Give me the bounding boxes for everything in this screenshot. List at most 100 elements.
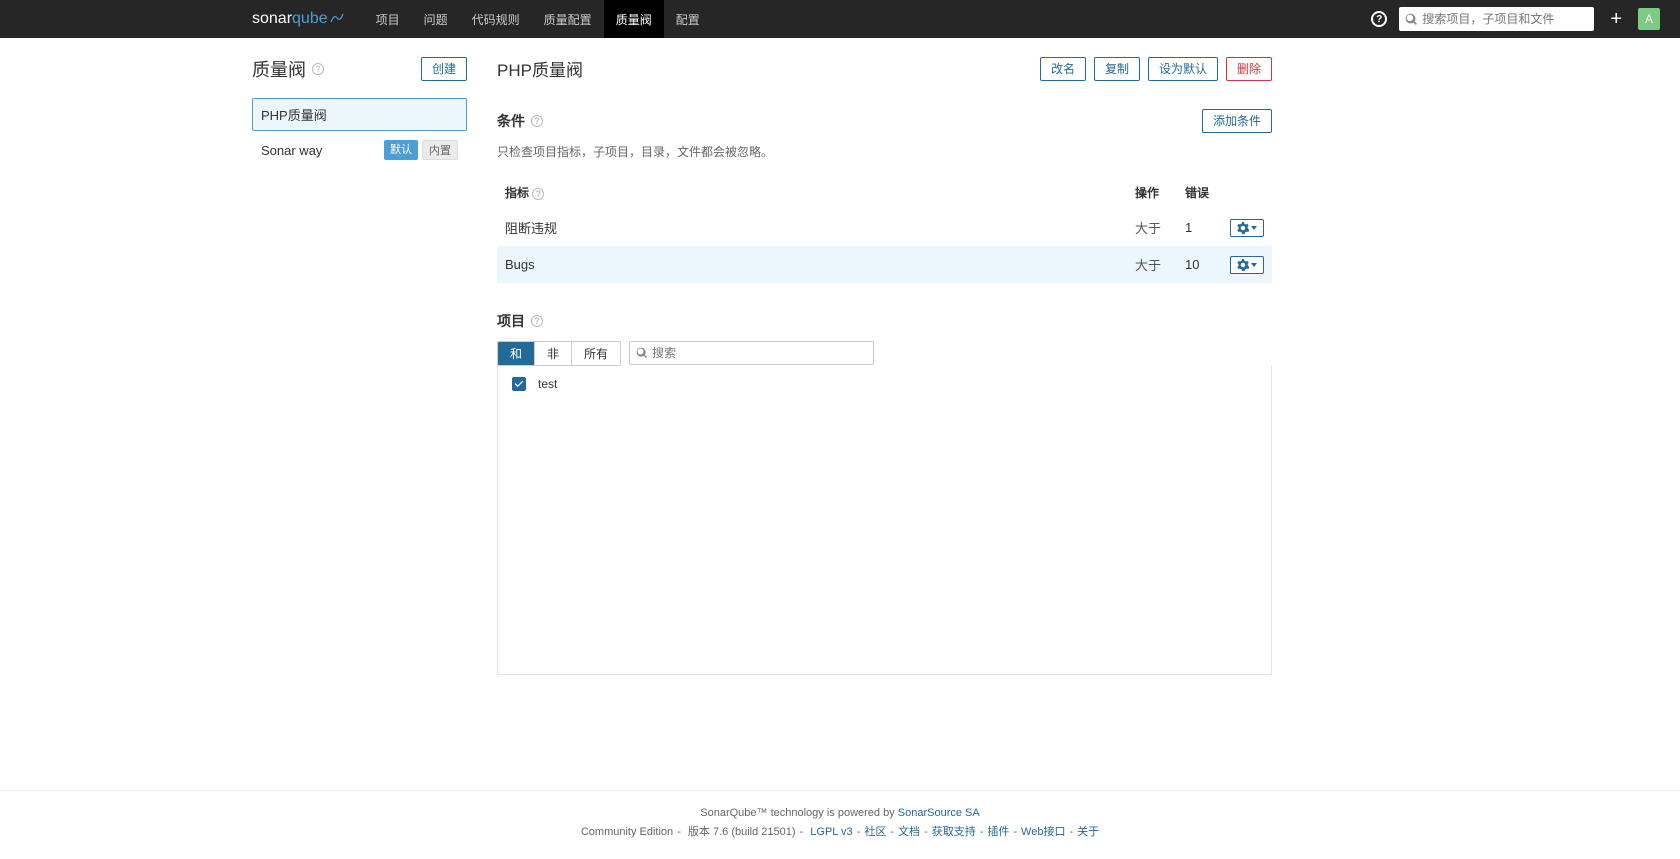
navbar-right: ? + A	[1371, 7, 1660, 31]
gate-title: PHP质量阀	[497, 56, 583, 81]
conditions-title-text: 条件	[497, 111, 525, 131]
quality-gate-list: PHP质量阀 Sonar way 默认 内置	[252, 98, 467, 167]
page-footer: SonarQube™ technology is powered by Sona…	[0, 790, 1680, 859]
cond-metric: 阻断违规	[497, 209, 1127, 246]
projects-filter-row: 和 非 所有	[497, 341, 1272, 366]
user-avatar[interactable]: A	[1638, 8, 1660, 30]
gate-name: PHP质量阀	[261, 105, 327, 124]
brand-logo[interactable]: sonarqube	[252, 10, 344, 28]
sidebar-title-text: 质量阀	[252, 56, 306, 82]
footer-edition: Community Edition	[581, 826, 673, 838]
logo-wave-icon	[330, 10, 344, 28]
create-gate-button[interactable]: 创建	[421, 57, 467, 81]
footer-line2: Community Edition- 版本 7.6 (build 21501)-…	[0, 823, 1680, 839]
cond-actions	[1222, 246, 1272, 283]
help-icon[interactable]: ?	[1371, 11, 1387, 27]
set-default-button[interactable]: 设为默认	[1148, 57, 1218, 81]
nav-issues[interactable]: 问题	[412, 0, 460, 38]
brand-part1: sonar	[252, 10, 292, 28]
search-icon	[636, 347, 648, 359]
th-metric-label: 指标	[505, 186, 529, 200]
sidebar: 质量阀 ? 创建 PHP质量阀 Sonar way 默认 内置	[252, 38, 467, 750]
footer-line1: SonarQube™ technology is powered by Sona…	[0, 807, 1680, 819]
main-nav: 项目 问题 代码规则 质量配置 质量阀 配置	[364, 0, 712, 38]
cond-error: 1	[1177, 209, 1222, 246]
global-search[interactable]	[1399, 7, 1594, 31]
th-error: 错误	[1177, 176, 1222, 209]
chevron-down-icon	[1251, 226, 1257, 230]
add-condition-button[interactable]: 添加条件	[1202, 109, 1272, 133]
gate-badges: 默认 内置	[384, 140, 458, 160]
footer-link[interactable]: 插件	[987, 826, 1009, 838]
condition-settings-button[interactable]	[1230, 256, 1264, 274]
project-name: test	[538, 377, 557, 391]
page-layout: 质量阀 ? 创建 PHP质量阀 Sonar way 默认 内置 PHP质量阀 改…	[0, 38, 1300, 750]
cond-actions	[1222, 209, 1272, 246]
footer-version: 版本 7.6 (build 21501)	[688, 826, 796, 838]
check-icon	[514, 379, 524, 389]
footer-link[interactable]: 获取支持	[932, 826, 976, 838]
gate-item-php[interactable]: PHP质量阀	[252, 98, 467, 131]
th-operator: 操作	[1127, 176, 1177, 209]
footer-link[interactable]: Web接口	[1021, 826, 1065, 838]
gate-header: PHP质量阀 改名 复制 设为默认 删除	[497, 56, 1272, 81]
projects-filter-tabs: 和 非 所有	[497, 341, 621, 366]
condition-settings-button[interactable]	[1230, 219, 1264, 237]
chevron-down-icon	[1251, 263, 1257, 267]
th-metric: 指标 ?	[497, 176, 1127, 209]
projects-section: 项目 ? 和 非 所有 test	[497, 311, 1272, 675]
conditions-note: 只检查项目指标，子项目，目录，文件都会被忽略。	[497, 143, 1272, 160]
condition-row: Bugs大于10	[497, 246, 1272, 283]
nav-admin[interactable]: 配置	[664, 0, 712, 38]
nav-rules[interactable]: 代码规则	[460, 0, 532, 38]
help-tooltip-icon[interactable]: ?	[531, 115, 543, 127]
brand-part2: qube	[292, 10, 328, 28]
gear-icon	[1237, 222, 1249, 234]
help-tooltip-icon[interactable]: ?	[312, 63, 324, 75]
project-checkbox[interactable]	[512, 377, 526, 391]
footer-text: SonarQube™ technology is powered by	[700, 807, 898, 819]
conditions-header: 条件 ? 添加条件	[497, 109, 1272, 133]
nav-quality-gates[interactable]: 质量阀	[604, 0, 664, 38]
gear-icon	[1237, 259, 1249, 271]
filter-tab-all[interactable]: 所有	[572, 342, 620, 365]
footer-link[interactable]: 文档	[898, 826, 920, 838]
projects-search-input[interactable]	[652, 346, 867, 360]
gate-actions: 改名 复制 设为默认 删除	[1040, 57, 1272, 81]
gate-name: Sonar way	[261, 143, 322, 158]
projects-title-text: 项目	[497, 311, 525, 331]
condition-row: 阻断违规大于1	[497, 209, 1272, 246]
nav-projects[interactable]: 项目	[364, 0, 412, 38]
conditions-title: 条件 ?	[497, 111, 543, 131]
cond-operator: 大于	[1127, 246, 1177, 283]
conditions-table: 指标 ? 操作 错误 阻断违规大于1Bugs大于10	[497, 176, 1272, 283]
builtin-badge: 内置	[422, 140, 458, 160]
projects-title: 项目 ?	[497, 311, 1272, 331]
help-tooltip-icon[interactable]: ?	[532, 188, 544, 200]
main-content: PHP质量阀 改名 复制 设为默认 删除 条件 ? 添加条件 只检查项目指标，子…	[467, 38, 1272, 750]
footer-link[interactable]: 社区	[864, 826, 886, 838]
footer-link[interactable]: 关于	[1077, 826, 1099, 838]
rename-button[interactable]: 改名	[1040, 57, 1086, 81]
copy-button[interactable]: 复制	[1094, 57, 1140, 81]
sidebar-header: 质量阀 ? 创建	[252, 56, 467, 98]
nav-profiles[interactable]: 质量配置	[532, 0, 604, 38]
cond-operator: 大于	[1127, 209, 1177, 246]
filter-tab-with[interactable]: 和	[498, 342, 535, 365]
projects-search[interactable]	[629, 341, 874, 365]
cond-error: 10	[1177, 246, 1222, 283]
footer-link[interactable]: LGPL v3	[810, 826, 852, 838]
filter-tab-without[interactable]: 非	[535, 342, 572, 365]
global-navbar: sonarqube 项目 问题 代码规则 质量配置 质量阀 配置 ? + A	[0, 0, 1680, 38]
delete-button[interactable]: 删除	[1226, 57, 1272, 81]
default-badge: 默认	[384, 140, 418, 160]
page-title: 质量阀 ?	[252, 56, 324, 82]
cond-metric: Bugs	[497, 246, 1127, 283]
global-search-input[interactable]	[1422, 12, 1588, 26]
help-tooltip-icon[interactable]: ?	[531, 315, 543, 327]
footer-sonarsource-link[interactable]: SonarSource SA	[898, 807, 980, 819]
gate-item-sonar-way[interactable]: Sonar way 默认 内置	[252, 133, 467, 167]
project-item[interactable]: test	[506, 373, 1263, 395]
create-new-button[interactable]: +	[1606, 8, 1626, 31]
th-actions	[1222, 176, 1272, 209]
